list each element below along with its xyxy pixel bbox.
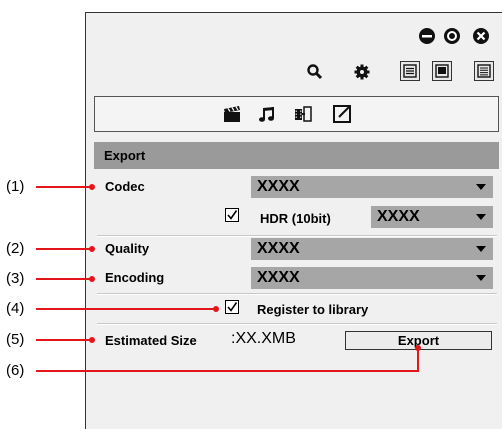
codec-label: Codec (105, 179, 145, 194)
quality-select[interactable]: XXXX (251, 238, 493, 260)
divider (97, 323, 497, 325)
callout-dot (89, 276, 95, 282)
callout-line (36, 370, 419, 372)
hdr-value: XXXX (377, 208, 420, 225)
chevron-down-icon (476, 275, 486, 281)
divider (97, 293, 497, 295)
callout-label: (2) (6, 240, 25, 257)
divider (97, 235, 497, 237)
callout-line (36, 248, 92, 250)
film-transition-icon[interactable] (292, 103, 314, 125)
hdr-checkbox[interactable] (225, 208, 239, 222)
callout-dot (213, 306, 219, 312)
codec-select[interactable]: XXXX (251, 176, 493, 198)
search-icon[interactable] (306, 63, 324, 81)
callout-label: (5) (6, 331, 25, 348)
detail-view-icon[interactable] (474, 61, 494, 81)
hdr-select[interactable]: XXXX (371, 206, 493, 228)
estimated-size-label: Estimated Size (105, 333, 197, 348)
chevron-down-icon (476, 214, 486, 220)
quality-value: XXXX (257, 240, 300, 257)
encoding-value: XXXX (257, 269, 300, 286)
quality-label: Quality (105, 241, 150, 256)
gear-icon[interactable] (353, 63, 371, 81)
clapperboard-icon[interactable] (221, 103, 243, 125)
chevron-down-icon (476, 246, 486, 252)
maximize-icon[interactable] (443, 27, 461, 45)
export-icon[interactable] (331, 103, 353, 125)
encoding-select[interactable]: XXXX (251, 267, 493, 289)
tab-bar (94, 96, 499, 132)
minimize-icon[interactable] (418, 27, 436, 45)
hdr-label: HDR (10bit) (260, 211, 331, 226)
callout-label: (4) (6, 300, 25, 317)
callout-line (36, 308, 216, 310)
estimated-size-value: :XX.XMB (231, 330, 296, 347)
callout-line (36, 186, 92, 188)
register-library-label: Register to library (257, 302, 369, 317)
callout-dot (89, 337, 95, 343)
export-section-header: Export (94, 142, 499, 169)
callout-line (36, 278, 92, 280)
music-note-icon[interactable] (256, 103, 278, 125)
callout-dot (89, 246, 95, 252)
close-icon[interactable] (472, 27, 490, 45)
callout-label: (3) (6, 270, 25, 287)
callout-dot (415, 345, 421, 351)
list-view-icon[interactable] (400, 61, 420, 81)
callout-label: (1) (6, 178, 25, 195)
callout-dot (89, 184, 95, 190)
chevron-down-icon (476, 184, 486, 190)
callout-line (36, 339, 92, 341)
callout-label: (6) (6, 362, 25, 379)
register-library-checkbox[interactable] (225, 300, 239, 314)
codec-value: XXXX (257, 178, 300, 195)
encoding-label: Encoding (105, 270, 165, 285)
thumbnail-view-icon[interactable] (432, 61, 452, 81)
